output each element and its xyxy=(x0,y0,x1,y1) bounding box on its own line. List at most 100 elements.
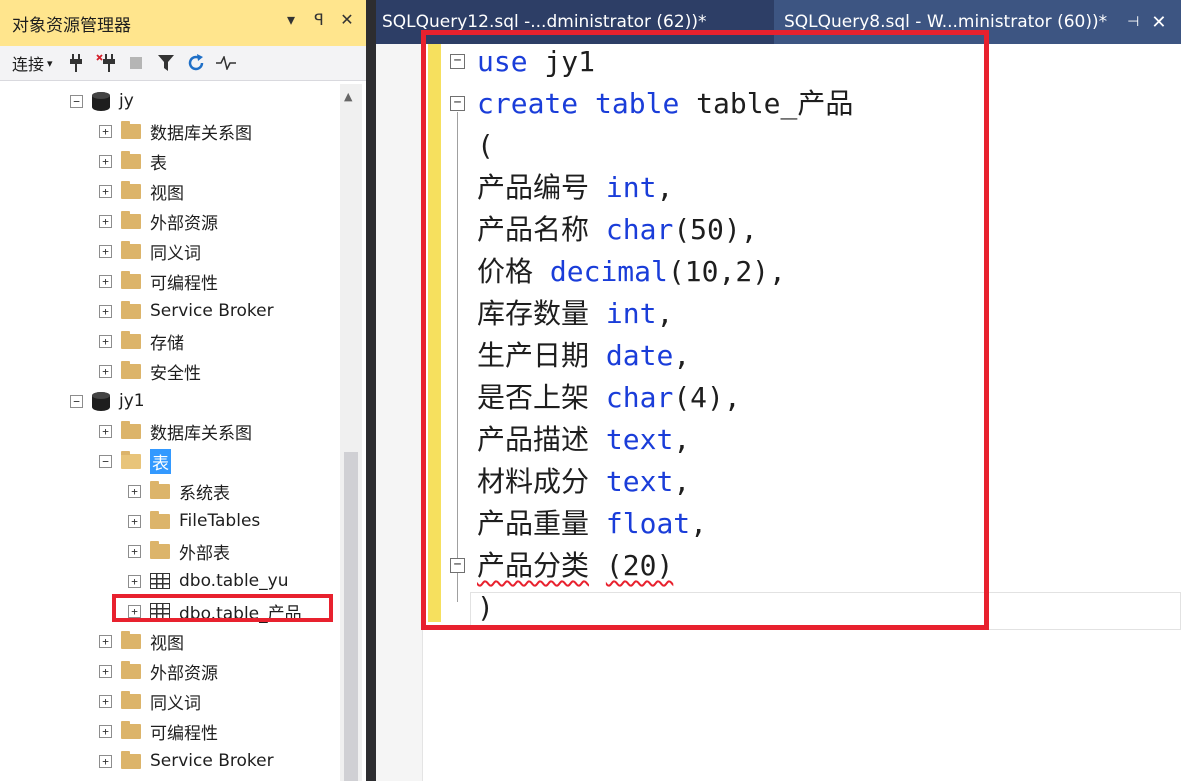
tree-node[interactable]: + 系统表 xyxy=(128,476,230,506)
tree-scrollbar[interactable]: ▲ xyxy=(340,84,362,781)
sql-editor[interactable]: − − − use jy1 create table table_产品(产品编号 … xyxy=(376,30,1181,781)
expand-icon[interactable]: + xyxy=(99,754,112,768)
folder-icon xyxy=(121,270,141,289)
tree-node[interactable]: + 视图 xyxy=(99,626,184,656)
folder-icon xyxy=(121,690,141,709)
folder-icon xyxy=(121,180,141,199)
tree-node[interactable]: + Service Broker xyxy=(99,296,274,326)
tree-node-label: 外部资源 xyxy=(150,213,218,234)
expand-icon[interactable]: + xyxy=(99,214,112,228)
tree-node[interactable]: − jy1 xyxy=(70,386,145,416)
tree-node-label: 存储 xyxy=(150,333,184,354)
folder-icon xyxy=(121,360,141,379)
expand-icon[interactable]: + xyxy=(99,634,112,648)
expand-icon[interactable]: + xyxy=(99,274,112,288)
expand-icon[interactable]: + xyxy=(128,544,141,558)
expand-icon[interactable]: + xyxy=(99,124,112,138)
tree-node-label: 数据库关系图 xyxy=(150,423,252,444)
tree-node-label: 可编程性 xyxy=(150,273,218,294)
tree-node[interactable]: − jy xyxy=(70,86,134,116)
expand-icon[interactable]: + xyxy=(99,724,112,738)
folder-icon xyxy=(121,420,141,439)
tree-node[interactable]: + 表 xyxy=(99,146,167,176)
folder-icon xyxy=(121,210,141,229)
folder-icon xyxy=(121,450,141,469)
annotation-highlight-box xyxy=(421,30,989,630)
stop-icon[interactable] xyxy=(123,49,149,77)
tree-node[interactable]: +存储 xyxy=(99,776,184,781)
tree-node-label: 视图 xyxy=(150,183,184,204)
folder-icon xyxy=(150,480,170,499)
tree-node[interactable]: + FileTables xyxy=(128,506,260,536)
pin-icon[interactable]: ⊣ xyxy=(1127,14,1139,30)
tree-node-label: jy xyxy=(119,91,134,111)
folder-icon xyxy=(150,540,170,559)
folder-icon xyxy=(121,120,141,139)
tree-node[interactable]: + 可编程性 xyxy=(99,266,218,296)
tree-node[interactable]: + 可编程性 xyxy=(99,716,218,746)
tree-node[interactable]: + 数据库关系图 xyxy=(99,416,252,446)
panel-splitter[interactable] xyxy=(366,0,376,781)
refresh-icon[interactable] xyxy=(183,49,209,77)
connect-button[interactable]: 连接 ▾ xyxy=(12,49,53,77)
tree-node[interactable]: + 外部资源 xyxy=(99,656,218,686)
close-icon[interactable]: ✕ xyxy=(338,10,356,29)
expand-icon[interactable]: + xyxy=(99,184,112,198)
table-icon xyxy=(150,573,170,589)
tree-node[interactable]: + 存储 xyxy=(99,326,184,356)
object-explorer-title-bar: 对象资源管理器 ▾ ꟼ ✕ xyxy=(0,0,366,46)
selection-margin xyxy=(376,44,423,781)
tree-node-label: FileTables xyxy=(179,511,261,531)
tree-node[interactable]: + dbo.table_yu xyxy=(128,566,288,596)
tree-node[interactable]: + 同义词 xyxy=(99,236,201,266)
folder-icon xyxy=(121,300,141,319)
chevron-down-icon: ▾ xyxy=(47,56,53,70)
tree-node[interactable]: + 安全性 xyxy=(99,356,201,386)
expand-icon[interactable]: + xyxy=(99,424,112,438)
tree-node-label: 系统表 xyxy=(179,483,230,504)
expand-icon[interactable]: + xyxy=(128,514,141,528)
expand-icon[interactable]: + xyxy=(99,694,112,708)
filter-icon[interactable] xyxy=(153,49,179,77)
tree-node[interactable]: + 同义词 xyxy=(99,686,201,716)
tab-label: SQLQuery12.sql -...dministrator (62))* xyxy=(382,12,707,32)
disconnect-icon[interactable] xyxy=(93,49,119,77)
folder-icon xyxy=(121,150,141,169)
expand-icon[interactable]: + xyxy=(99,244,112,258)
tree-node-label: 外部表 xyxy=(179,543,230,564)
object-explorer-title: 对象资源管理器 xyxy=(12,16,131,36)
tree-node[interactable]: + Service Broker xyxy=(99,746,274,776)
tree-node-label: Service Broker xyxy=(150,751,274,771)
expand-icon[interactable]: + xyxy=(99,154,112,168)
collapse-icon[interactable]: − xyxy=(99,454,112,468)
folder-icon xyxy=(121,240,141,259)
plug-icon[interactable] xyxy=(63,49,89,77)
tree-node[interactable]: − 表 xyxy=(99,446,171,476)
activity-icon[interactable] xyxy=(213,49,239,77)
tree-node-label: dbo.table_yu xyxy=(179,571,289,591)
tree-node-label: 表 xyxy=(150,153,167,174)
scrollbar-thumb[interactable] xyxy=(344,452,358,781)
expand-icon[interactable]: + xyxy=(128,484,141,498)
expand-icon[interactable]: + xyxy=(99,364,112,378)
dropdown-icon[interactable]: ▾ xyxy=(282,10,300,29)
tree-node[interactable]: + 外部资源 xyxy=(99,206,218,236)
connect-label: 连接 xyxy=(12,55,45,74)
expand-icon[interactable]: + xyxy=(99,664,112,678)
close-icon[interactable]: ✕ xyxy=(1151,12,1166,33)
collapse-icon[interactable]: − xyxy=(70,394,83,408)
tree-node[interactable]: + 外部表 xyxy=(128,536,230,566)
expand-icon[interactable]: + xyxy=(128,574,141,588)
tree-node[interactable]: + 视图 xyxy=(99,176,184,206)
tab-label: SQLQuery8.sql - W...ministrator (60))* xyxy=(784,12,1108,32)
folder-icon xyxy=(121,750,141,769)
expand-icon[interactable]: + xyxy=(99,304,112,318)
collapse-icon[interactable]: − xyxy=(70,94,83,108)
pin-icon[interactable]: ꟼ xyxy=(310,10,328,29)
tree-node-label: jy1 xyxy=(119,391,145,411)
scroll-up-icon[interactable]: ▲ xyxy=(344,90,352,103)
tree-node-label: 同义词 xyxy=(150,243,201,264)
expand-icon[interactable]: + xyxy=(99,334,112,348)
tree-node[interactable]: + 数据库关系图 xyxy=(99,116,252,146)
title-buttons: ▾ ꟼ ✕ xyxy=(282,10,356,29)
